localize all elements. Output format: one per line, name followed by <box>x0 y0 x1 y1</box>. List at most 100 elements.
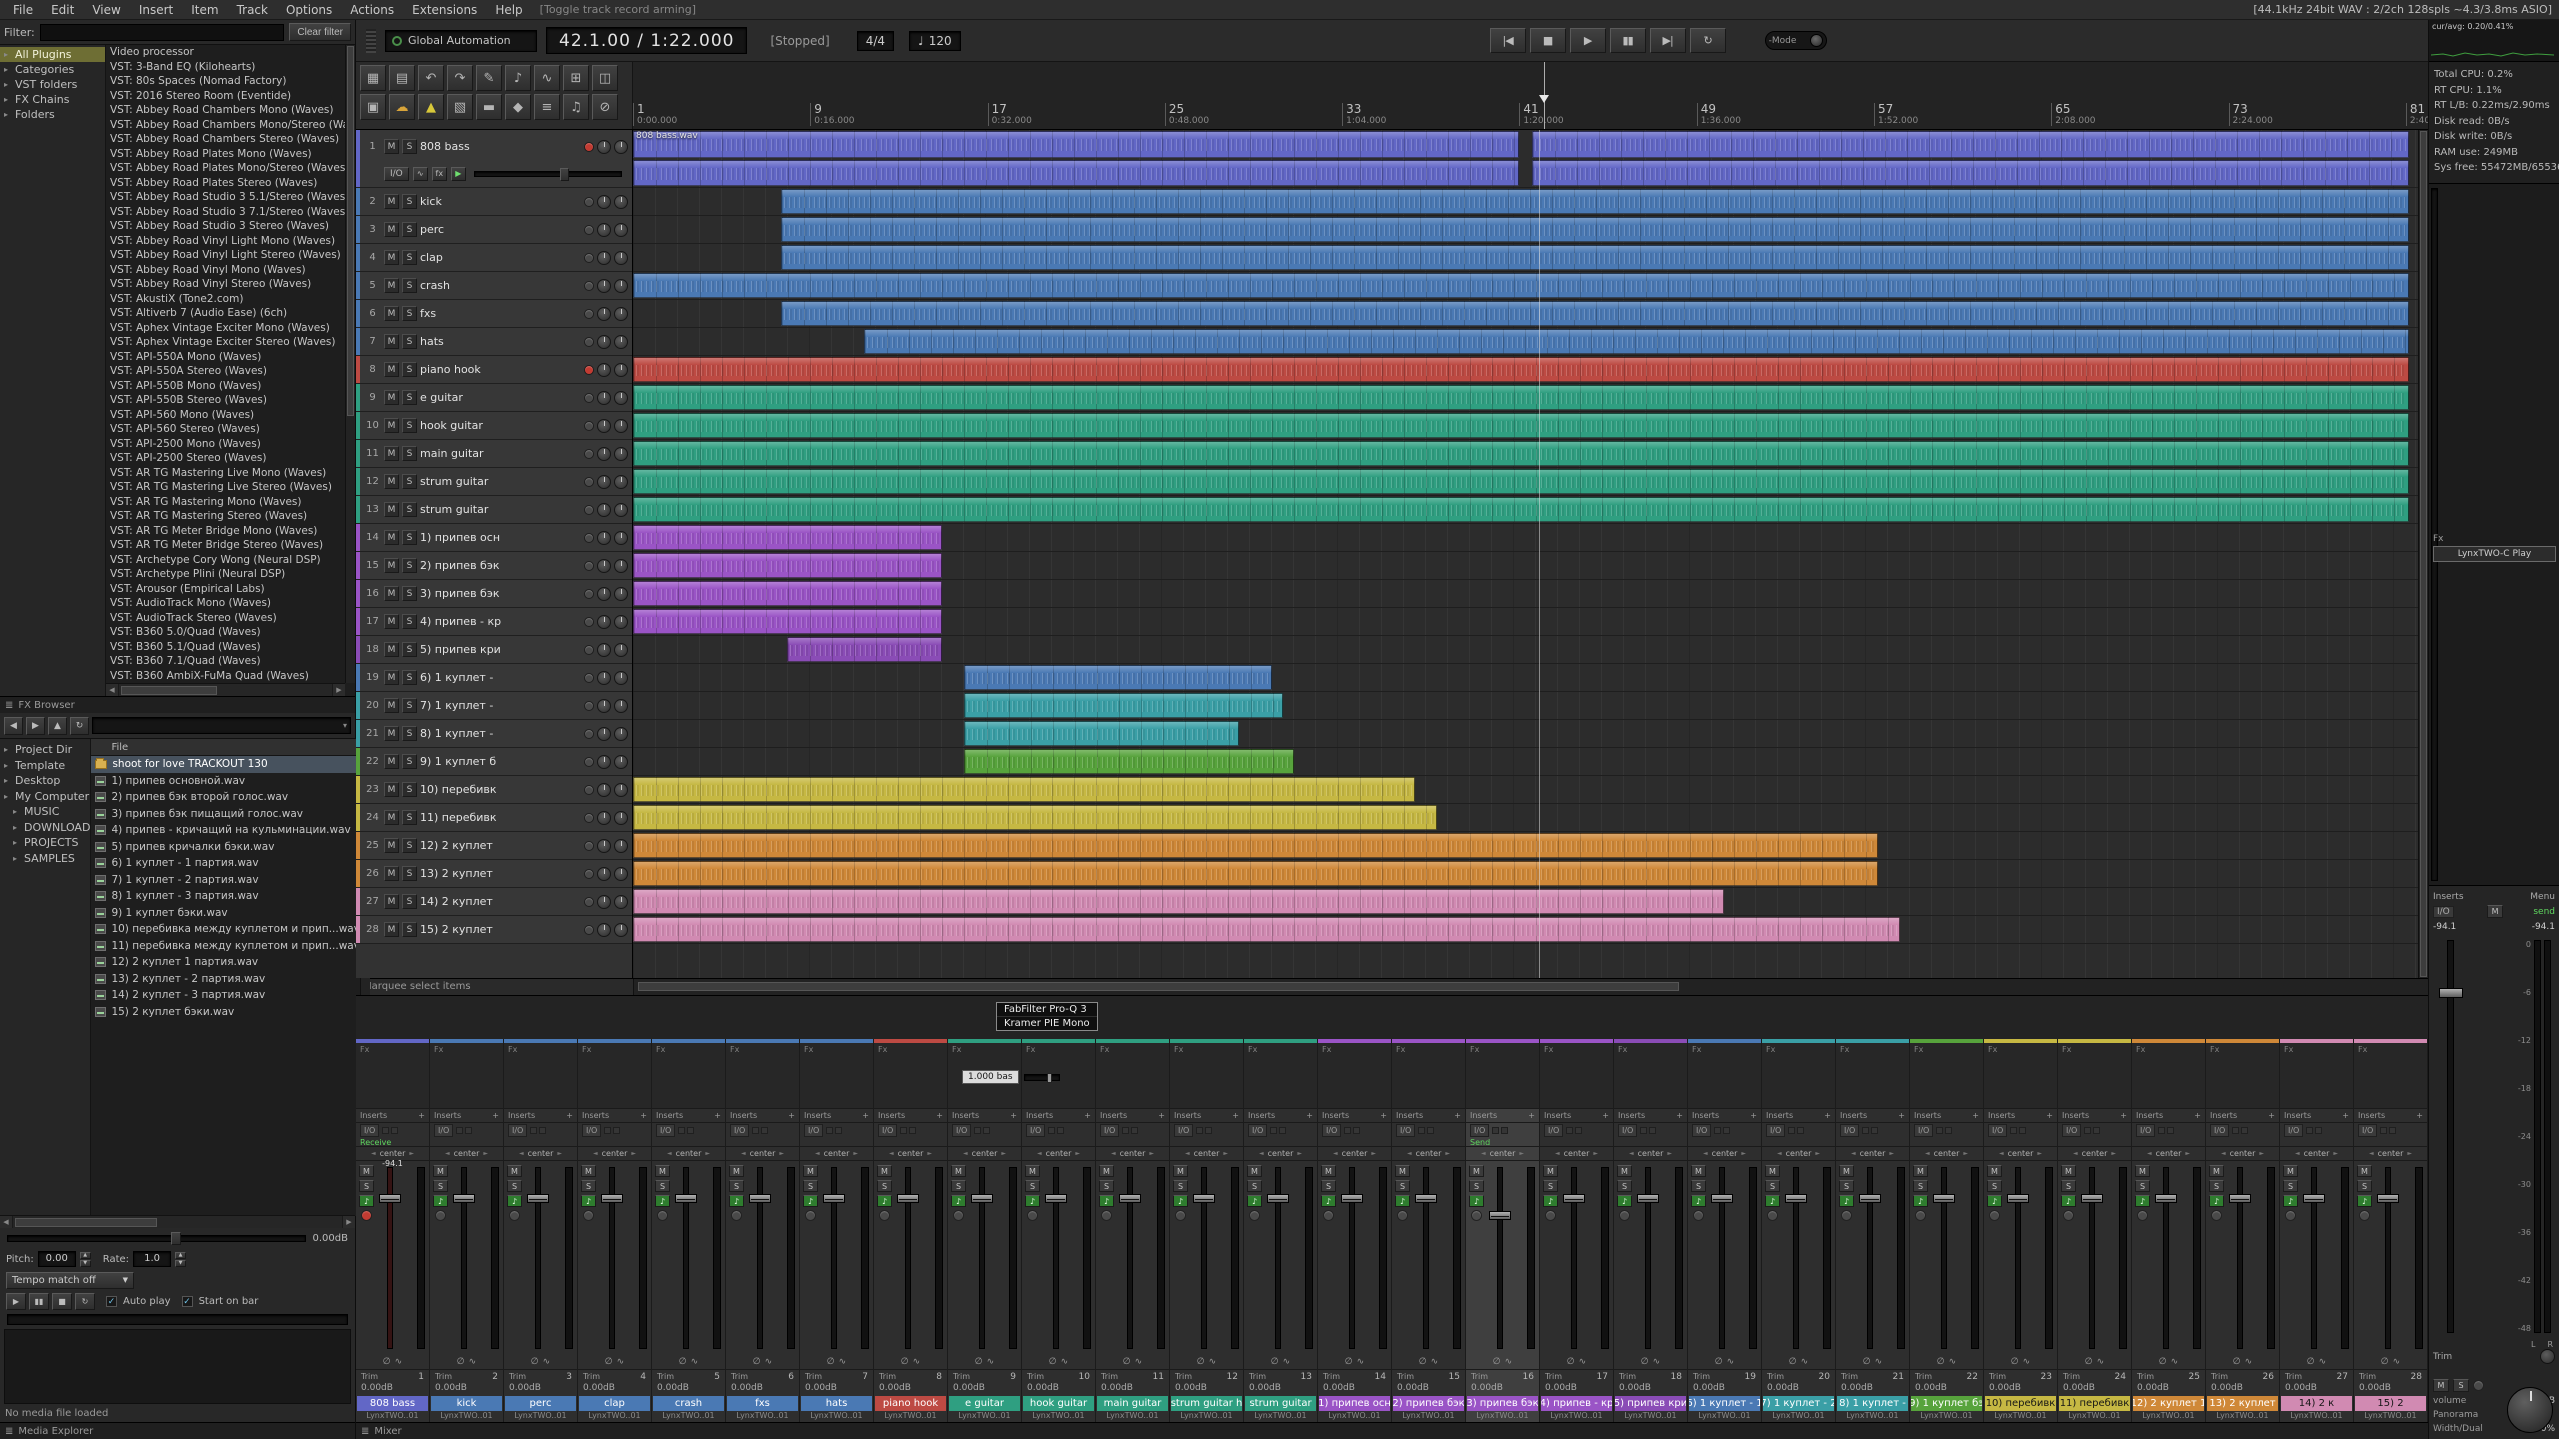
expand-icon[interactable]: ▸ <box>13 835 17 851</box>
folder-item-music[interactable]: ▸MUSIC <box>0 804 90 820</box>
env-button[interactable]: ∿ <box>2319 1357 2327 1367</box>
plugin-row[interactable]: VST: B360 AmbiX-FuMa Quad (Waves) <box>106 669 345 684</box>
strip-mute-button[interactable]: M <box>1691 1165 1706 1177</box>
width-knob[interactable] <box>614 839 628 853</box>
fx-insert-list[interactable]: Fx <box>356 1043 429 1109</box>
strip-solo-button[interactable]: S <box>1913 1180 1928 1192</box>
fx-insert-list[interactable]: Fx <box>1170 1043 1243 1109</box>
track-name[interactable]: fxs <box>420 307 581 320</box>
record-arm-button[interactable] <box>584 365 594 375</box>
io-slot-icon[interactable] <box>1048 1127 1055 1134</box>
width-knob[interactable] <box>614 140 628 154</box>
strip-solo-button[interactable]: S <box>2357 1180 2372 1192</box>
start-on-bar-checkbox[interactable]: ✓ <box>182 1296 193 1307</box>
track-mute-button[interactable]: M <box>384 139 399 154</box>
strip-mute-button[interactable]: M <box>877 1165 892 1177</box>
mixer-dock-tab[interactable]: ≣ Mixer <box>356 1422 2428 1439</box>
width-knob[interactable] <box>614 195 628 209</box>
env-button[interactable]: ∿ <box>1357 1357 1365 1367</box>
mixer-strip[interactable]: FxInserts+I/O◄center►MS♪∅∿Trim280.00dB15… <box>2354 1039 2428 1424</box>
marker-icon[interactable]: ▲ <box>418 94 444 120</box>
filter-input[interactable] <box>40 24 285 41</box>
phase-button[interactable]: ∅ <box>827 1357 835 1367</box>
pan-left-icon[interactable]: ◄ <box>1777 1150 1782 1157</box>
phase-button[interactable]: ∅ <box>531 1357 539 1367</box>
track-solo-button[interactable]: S <box>402 782 417 797</box>
pan-knob[interactable] <box>597 895 611 909</box>
file-row[interactable]: 6) 1 куплет - 1 партия.wav <box>91 855 360 872</box>
io-slot-icon[interactable] <box>382 1127 389 1134</box>
plugin-category-all-plugins[interactable]: ▸All Plugins <box>0 47 105 62</box>
inserts-label[interactable]: Inserts <box>2062 1111 2089 1120</box>
pan-left-icon[interactable]: ◄ <box>815 1150 820 1157</box>
pan-value[interactable]: center <box>2230 1149 2256 1158</box>
inserts-label[interactable]: Inserts <box>2358 1111 2385 1120</box>
strip-mute-button[interactable]: M <box>803 1165 818 1177</box>
plugin-row[interactable]: VST: B360 5.1/Quad (Waves) <box>106 640 345 655</box>
track-panel[interactable]: 21MS8) 1 куплет - <box>356 720 632 748</box>
audio-item[interactable] <box>964 693 1284 718</box>
track-solo-button[interactable]: S <box>402 866 417 881</box>
pan-knob[interactable] <box>597 447 611 461</box>
track-name[interactable]: 10) перебивк <box>420 783 581 796</box>
width-knob[interactable] <box>614 419 628 433</box>
plugin-row[interactable]: VST: AR TG Mastering Live Mono (Waves) <box>106 466 345 481</box>
master-inserts-label[interactable]: Inserts <box>2433 892 2464 902</box>
io-slot-icon[interactable] <box>1575 1127 1582 1134</box>
transport-position-display[interactable]: 42.1.00 / 1:22.000 <box>546 27 747 54</box>
plugin-row[interactable]: VST: Abbey Road Studio 3 5.1/Stereo (Wav… <box>106 190 345 205</box>
io-slot-icon[interactable] <box>2084 1127 2091 1134</box>
monitor-speaker-icon[interactable]: ♪ <box>655 1195 670 1207</box>
plugin-row[interactable]: VST: Abbey Road Studio 3 Stereo (Waves) <box>106 219 345 234</box>
expand-icon[interactable]: ▸ <box>4 47 8 62</box>
pan-value[interactable]: center <box>380 1149 406 1158</box>
phase-button[interactable]: ∅ <box>2011 1357 2019 1367</box>
strip-volume-value[interactable]: 0.00dB <box>1910 1383 1983 1396</box>
io-slot-icon[interactable] <box>613 1127 620 1134</box>
record-arm-button[interactable] <box>584 813 594 823</box>
mixer-strip[interactable]: FxInserts+I/O◄center►MS♪∅∿Trim80.00dBpia… <box>874 1039 948 1424</box>
track-mute-button[interactable]: M <box>384 558 399 573</box>
io-button[interactable]: I/O <box>804 1124 823 1137</box>
pan-right-icon[interactable]: ► <box>1963 1150 1968 1157</box>
track-panel[interactable]: 27MS14) 2 куплет <box>356 888 632 916</box>
menu-actions[interactable]: Actions <box>341 3 403 17</box>
record-arm-button[interactable] <box>584 505 594 515</box>
inserts-label[interactable]: Inserts <box>1470 1111 1497 1120</box>
file-row[interactable]: 11) перебивка между куплетом и прип...wa… <box>91 938 360 955</box>
track-name[interactable]: perc <box>420 223 581 236</box>
track-lane[interactable] <box>633 552 2418 580</box>
track-name[interactable]: 5) припев кри <box>420 643 581 656</box>
fx-insert-list[interactable]: Fx <box>430 1043 503 1109</box>
pan-right-icon[interactable]: ► <box>1815 1150 1820 1157</box>
width-knob[interactable] <box>614 671 628 685</box>
track-name[interactable]: 8) 1 куплет - <box>420 727 581 740</box>
expand-icon[interactable]: ▸ <box>13 804 17 820</box>
io-button[interactable]: I/O <box>1544 1124 1563 1137</box>
audio-item[interactable] <box>633 553 942 578</box>
plugin-row[interactable]: VST: Abbey Road Vinyl Light Stereo (Wave… <box>106 248 345 263</box>
track-name[interactable]: 6) 1 куплет - <box>420 671 581 684</box>
pan-left-icon[interactable]: ◄ <box>1481 1150 1486 1157</box>
audio-item[interactable] <box>964 721 1239 746</box>
media-pause-button[interactable]: ▮▮ <box>29 1293 49 1310</box>
plugin-row[interactable]: VST: Abbey Road Plates Mono/Stereo (Wave… <box>106 161 345 176</box>
inserts-label[interactable]: Inserts <box>1100 1111 1127 1120</box>
track-mute-button[interactable]: M <box>384 586 399 601</box>
menu-file[interactable]: File <box>4 3 42 17</box>
pan-right-icon[interactable]: ► <box>1223 1150 1228 1157</box>
strip-record-arm-button[interactable] <box>2359 1210 2370 1221</box>
pan-value[interactable]: center <box>2008 1149 2034 1158</box>
monitor-speaker-icon[interactable]: ♪ <box>2283 1195 2298 1207</box>
io-button[interactable]: I/O <box>1248 1124 1267 1137</box>
track-lane[interactable] <box>633 804 2418 832</box>
audio-item[interactable] <box>633 441 2409 466</box>
master-fx-label[interactable]: Fx <box>2433 534 2556 544</box>
strip-mute-button[interactable]: M <box>1839 1165 1854 1177</box>
strip-volume-value[interactable]: 0.00dB <box>948 1383 1021 1396</box>
track-lane[interactable] <box>633 412 2418 440</box>
io-slot-icon[interactable] <box>1270 1127 1277 1134</box>
strip-volume-value[interactable]: 0.00dB <box>2280 1383 2353 1396</box>
strip-fader-handle[interactable] <box>823 1194 845 1203</box>
strip-name[interactable]: 2) припев бэк <box>1393 1396 1464 1411</box>
